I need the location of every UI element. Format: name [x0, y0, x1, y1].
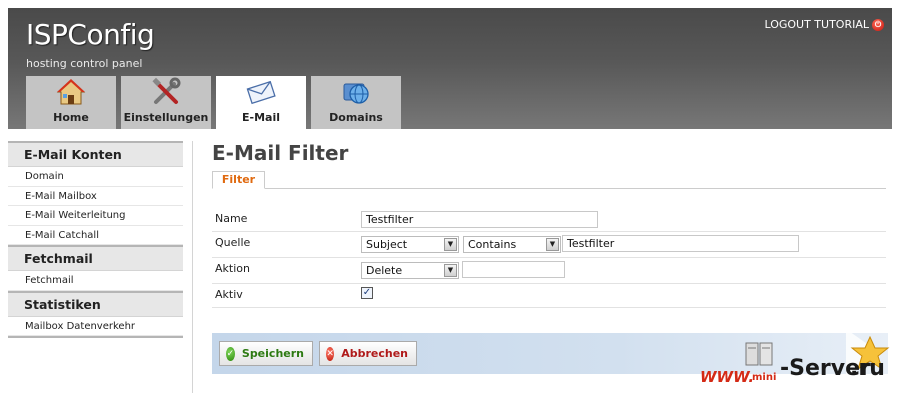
form-row-aktion: Aktion Delete ▼: [212, 258, 886, 284]
page-title: E-Mail Filter: [212, 141, 349, 165]
watermark-www: WWW.: [700, 368, 755, 386]
aktiv-checkbox[interactable]: ✓: [361, 287, 373, 299]
save-button-label[interactable]: Speichern: [242, 347, 304, 360]
logout-label[interactable]: LOGOUT TUTORIAL: [764, 18, 869, 31]
sidebar-divider: [192, 141, 193, 393]
form-row-aktiv: Aktiv ✓: [212, 284, 886, 308]
tab-einstellungen-label[interactable]: Einstellungen: [124, 111, 209, 124]
tab-einstellungen[interactable]: Einstellungen: [121, 76, 211, 129]
name-label: Name: [215, 212, 248, 225]
sidebar-item-domain[interactable]: Domain: [8, 167, 183, 187]
tools-icon: [152, 77, 181, 104]
aktion-value: Delete: [366, 264, 403, 277]
watermark-mini: mini: [752, 372, 777, 383]
save-button[interactable]: ✓ Speichern: [219, 341, 313, 366]
watermark-ru: .ru: [850, 356, 885, 381]
quelle-source-value: Subject: [366, 238, 408, 251]
aktiv-label: Aktiv: [215, 288, 243, 301]
globe-icon: [343, 83, 369, 104]
tab-home[interactable]: Home: [26, 76, 116, 129]
chevron-down-icon[interactable]: ▼: [444, 264, 457, 277]
sidebar-heading: E-Mail Konten: [8, 143, 183, 167]
sidebar-item-fetchmail[interactable]: Fetchmail: [8, 271, 183, 291]
name-input[interactable]: Testfilter: [361, 211, 598, 228]
checkmark-icon: ✓: [226, 346, 235, 361]
form-tabs-divider: [212, 188, 886, 189]
sidebar-section-fetchmail: Fetchmail Fetchmail: [8, 245, 183, 291]
aktion-label: Aktion: [215, 262, 250, 275]
envelope-icon: [246, 80, 276, 105]
sidebar-section-statistiken: Statistiken Mailbox Datenverkehr: [8, 290, 183, 338]
sidebar-section-email-konten: E-Mail Konten Domain E-Mail Mailbox E-Ma…: [8, 141, 183, 245]
chevron-down-icon[interactable]: ▼: [444, 238, 457, 251]
quelle-operator-select[interactable]: Contains ▼: [463, 236, 561, 253]
tab-email[interactable]: E-Mail: [216, 76, 306, 129]
sidebar-heading: Fetchmail: [8, 247, 183, 271]
sidebar-item-email-catchall[interactable]: E-Mail Catchall: [8, 226, 183, 245]
tab-domains[interactable]: Domains: [311, 76, 401, 129]
tab-home-label[interactable]: Home: [53, 111, 89, 124]
aktion-select[interactable]: Delete ▼: [361, 262, 459, 279]
quelle-source-select[interactable]: Subject ▼: [361, 236, 459, 253]
quelle-value-input[interactable]: Testfilter: [562, 235, 799, 252]
sidebar: E-Mail Konten Domain E-Mail Mailbox E-Ma…: [8, 141, 183, 338]
tab-domains-label[interactable]: Domains: [329, 111, 383, 124]
form-tab-filter[interactable]: Filter: [212, 171, 265, 189]
aktion-target-input[interactable]: [462, 261, 565, 278]
tab-email-label[interactable]: E-Mail: [242, 111, 280, 124]
header-bar: ISPConfig hosting control panel LOGOUT T…: [8, 8, 892, 129]
logout-link[interactable]: LOGOUT TUTORIAL ⏻: [764, 18, 884, 31]
main-tabs: Home Einstellungen E-Mail Domains: [26, 76, 401, 129]
cancel-button-label[interactable]: Abbrechen: [341, 347, 408, 360]
app-logo: ISPConfig: [26, 18, 155, 51]
server-icon: [745, 342, 773, 366]
chevron-down-icon[interactable]: ▼: [546, 238, 559, 251]
form-row-quelle: Quelle Subject ▼ Contains ▼ Testfilter: [212, 232, 886, 258]
quelle-operator-value: Contains: [468, 238, 517, 251]
power-icon[interactable]: ⏻: [872, 18, 884, 31]
form-row-name: Name Testfilter: [212, 208, 886, 232]
close-icon: ✕: [326, 346, 335, 361]
sidebar-item-email-weiterleitung[interactable]: E-Mail Weiterleitung: [8, 206, 183, 226]
cancel-button[interactable]: ✕ Abbrechen: [319, 341, 417, 366]
quelle-label: Quelle: [215, 236, 251, 249]
app-tagline: hosting control panel: [26, 57, 143, 70]
house-icon: [56, 79, 86, 105]
watermark-logo: WWW. mini -Server .ru: [700, 336, 895, 393]
sidebar-item-mailbox-datenverkehr[interactable]: Mailbox Datenverkehr: [8, 317, 183, 336]
sidebar-item-email-mailbox[interactable]: E-Mail Mailbox: [8, 187, 183, 206]
sidebar-heading: Statistiken: [8, 292, 183, 317]
